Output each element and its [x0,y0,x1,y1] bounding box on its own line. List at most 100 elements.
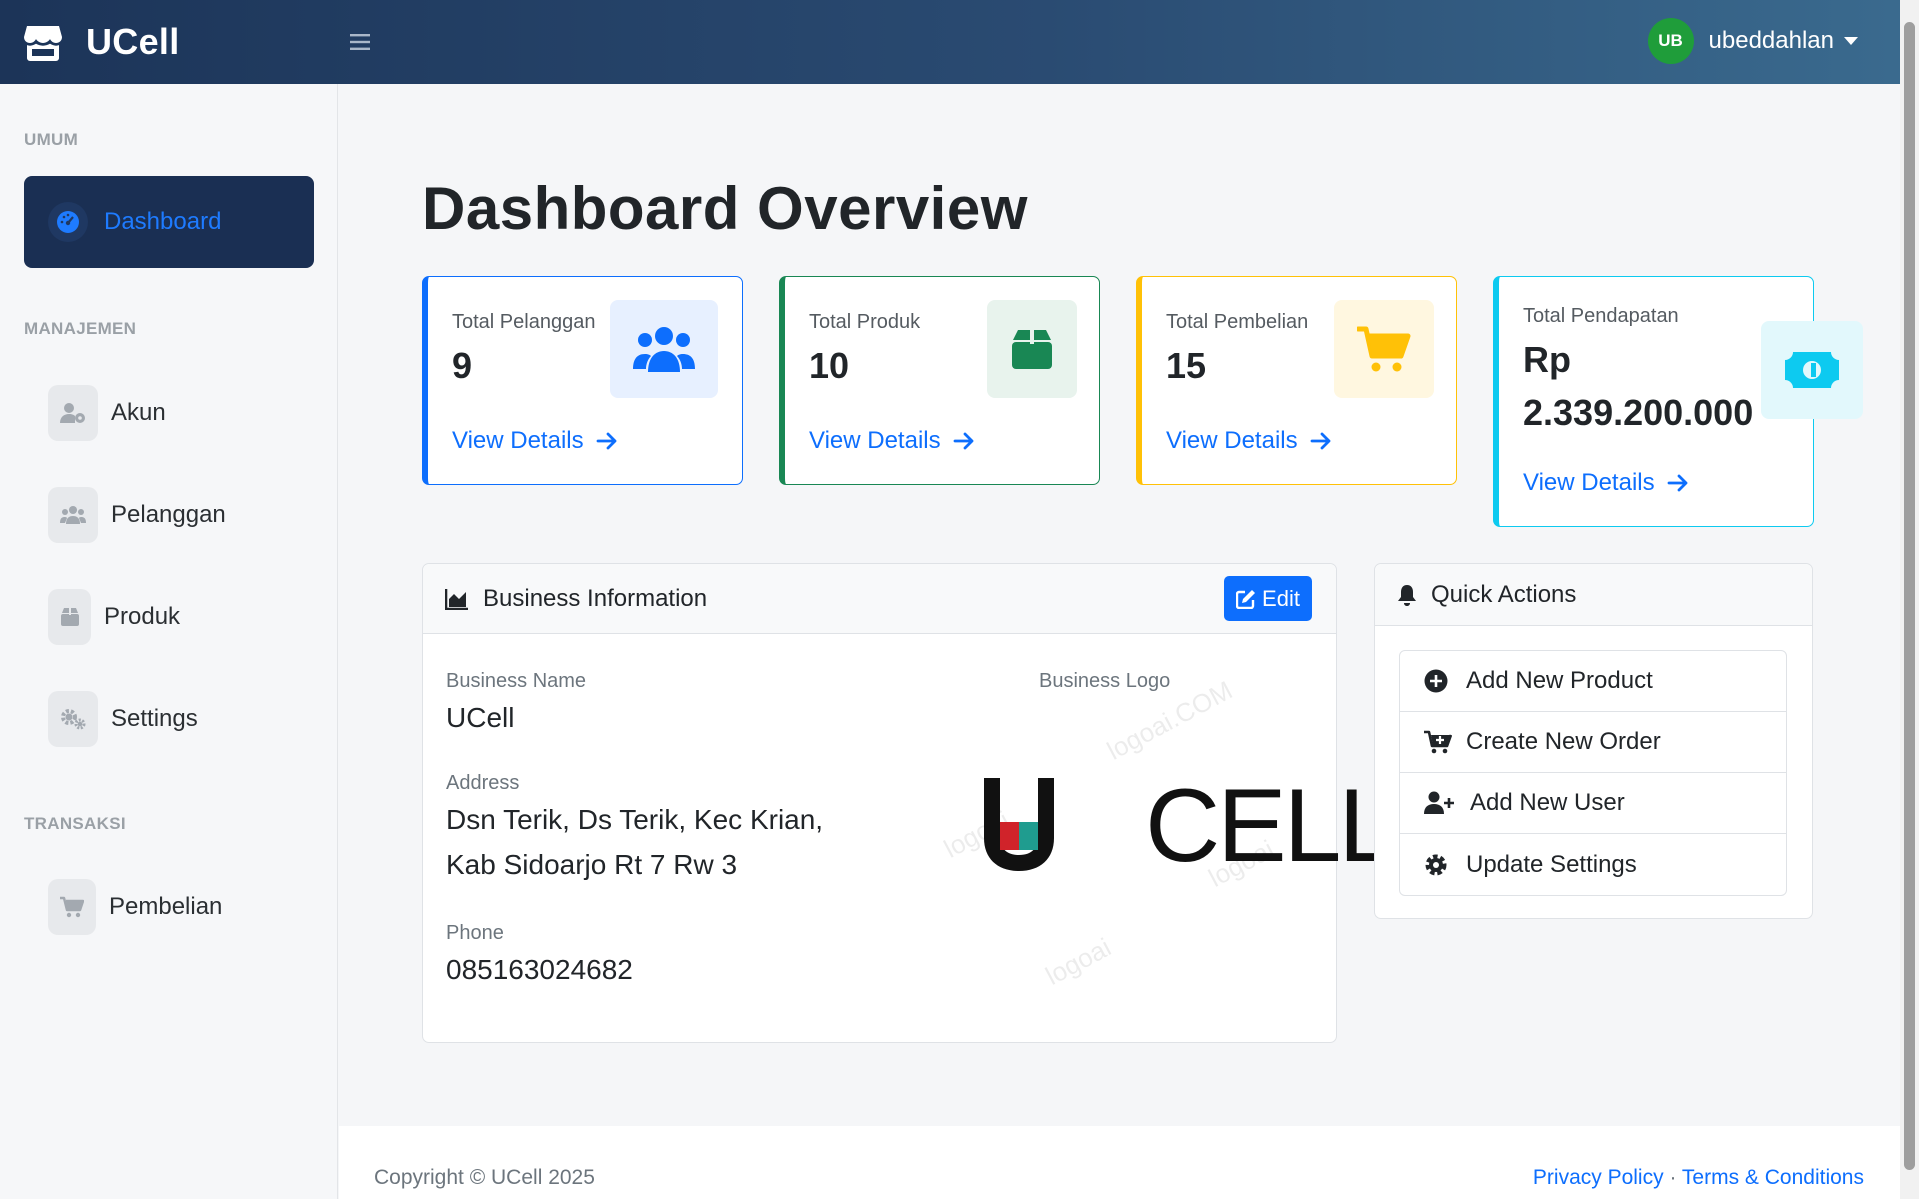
store-icon [22,21,64,63]
sidebar-item-label: Settings [111,705,198,732]
footer-links: Privacy Policy · Terms & Conditions [1533,1166,1864,1190]
copyright-text: Copyright © UCell 2025 [374,1166,595,1189]
sidebar-section-transaksi: TRANSAKSI [24,814,126,833]
sidebar-item-produk[interactable]: Produk [24,571,314,663]
qa-label: Update Settings [1466,850,1637,878]
business-name-label: Business Name [446,670,587,692]
sidebar-item-dashboard[interactable]: Dashboard [24,176,314,268]
quick-actions-header: Quick Actions [1375,564,1812,626]
area-chart-icon [445,588,468,610]
card-title: Quick Actions [1431,580,1577,608]
view-details-label: View Details [809,427,941,454]
user-menu-dropdown[interactable]: UB ubeddahlan [1647,18,1858,64]
qa-label: Create New Order [1466,728,1661,755]
stat-card-produk: Total Produk 10 View Details [779,276,1100,485]
edit-button[interactable]: Edit [1224,576,1312,621]
stat-card-pembelian: Total Pembelian 15 View Details [1136,276,1457,485]
money-bill-icon [1761,321,1863,419]
create-new-order-button[interactable]: Create New Order [1400,712,1786,773]
arrow-right-icon [596,432,617,450]
users-icon [48,487,98,543]
main-content: Dashboard Overview Total Pelanggan 9 Vie… [339,84,1900,1126]
arrow-right-icon [1667,474,1688,492]
sidebar-item-settings[interactable]: Settings [24,673,314,765]
stat-value: 10 [809,345,850,386]
update-settings-button[interactable]: Update Settings [1400,834,1786,895]
sidebar-item-pelanggan[interactable]: Pelanggan [24,469,314,561]
business-logo: logoai logoai.COM logoai logoai UCELL [939,675,1393,991]
view-details-label: View Details [1166,427,1298,454]
phone-value: 085163024682 [446,954,633,985]
sidebar-section-umum: UMUM [24,130,79,149]
brand-name: UCell [86,21,180,62]
footer-separator: · [1669,1166,1677,1189]
cogs-icon [48,691,98,747]
view-details-link[interactable]: View Details [1166,427,1332,455]
cart-icon [48,879,96,935]
qa-label: Add New User [1470,789,1625,816]
sidebar-item-label: Pembelian [109,893,223,920]
qa-label: Add New Product [1466,667,1653,694]
scrollbar-thumb[interactable] [1904,22,1915,1170]
add-new-product-button[interactable]: Add New Product [1400,651,1786,712]
sidebar-item-label: Akun [111,399,166,426]
address-line1: Dsn Terik, Ds Terik, Kec Krian, [446,804,824,835]
stat-label: Total Produk [809,311,921,333]
address-label: Address [446,772,520,794]
footer: Copyright © UCell 2025 Privacy Policy · … [339,1126,1900,1199]
gear-icon [1425,854,1447,875]
business-info-header: Business Information [423,564,1336,634]
arrow-right-icon [1310,432,1331,450]
users-icon [610,300,718,398]
phone-label: Phone [446,922,504,944]
avatar: UB [1647,18,1694,64]
edit-icon [1236,589,1256,609]
edit-label: Edit [1262,585,1300,611]
top-navbar: UCell UB ubeddahlan [0,0,1900,84]
cart-icon [1334,300,1434,398]
view-details-label: View Details [452,427,584,454]
view-details-link[interactable]: View Details [1523,469,1689,497]
privacy-policy-link[interactable]: Privacy Policy [1533,1166,1664,1189]
terms-link[interactable]: Terms & Conditions [1682,1166,1864,1189]
stat-value: 9 [452,345,473,386]
view-details-link[interactable]: View Details [452,427,618,455]
sidebar-item-pembelian[interactable]: Pembelian [24,861,314,953]
stat-card-pendapatan: Total Pendapatan Rp 2.339.200.000 View D… [1493,276,1863,527]
quick-actions-list: Add New Product Create New Order Add New… [1399,650,1787,896]
user-cog-icon [48,385,98,441]
stat-card-pelanggan: Total Pelanggan 9 View Details [422,276,743,485]
tachometer-icon [48,202,88,242]
view-details-link[interactable]: View Details [809,427,975,455]
sidebar-item-akun[interactable]: Akun [24,367,314,459]
brand[interactable]: UCell [0,21,340,63]
menu-icon [350,34,370,50]
business-info-card: Business Information Edit Business Name … [422,563,1393,1043]
user-name: ubeddahlan [1708,27,1834,54]
quick-actions-card: Quick Actions Add New Product Create New [1374,563,1813,919]
sidebar-item-label: Dashboard [104,208,222,235]
view-details-label: View Details [1523,469,1655,496]
stat-value-currency: Rp [1523,339,1571,380]
stat-label: Total Pelanggan [452,311,596,333]
sidebar-toggle-button[interactable] [340,22,380,62]
bell-icon [1398,584,1416,606]
sidebar-item-label: Produk [104,603,181,630]
plus-circle-icon [1424,669,1448,693]
add-new-user-button[interactable]: Add New User [1400,773,1786,834]
sidebar-item-label: Pelanggan [111,501,226,528]
address-line2: Kab Sidoarjo Rt 7 Rw 3 [446,849,738,880]
page-scrollbar[interactable] [1900,0,1919,1199]
stat-value: 2.339.200.000 [1523,392,1754,433]
stat-label: Total Pendapatan [1523,305,1679,327]
business-name-value: UCell [446,702,515,733]
arrow-right-icon [953,432,974,450]
card-title: Business Information [483,584,708,612]
page-title: Dashboard Overview [422,175,1028,242]
sidebar: UMUM Dashboard MANAJEMEN Akun Pelanggan … [0,84,338,1199]
user-plus-icon [1424,791,1454,814]
stat-value: 15 [1166,345,1207,386]
box-icon [48,589,91,645]
sidebar-section-manajemen: MANAJEMEN [24,319,137,338]
stat-label: Total Pembelian [1166,311,1309,333]
